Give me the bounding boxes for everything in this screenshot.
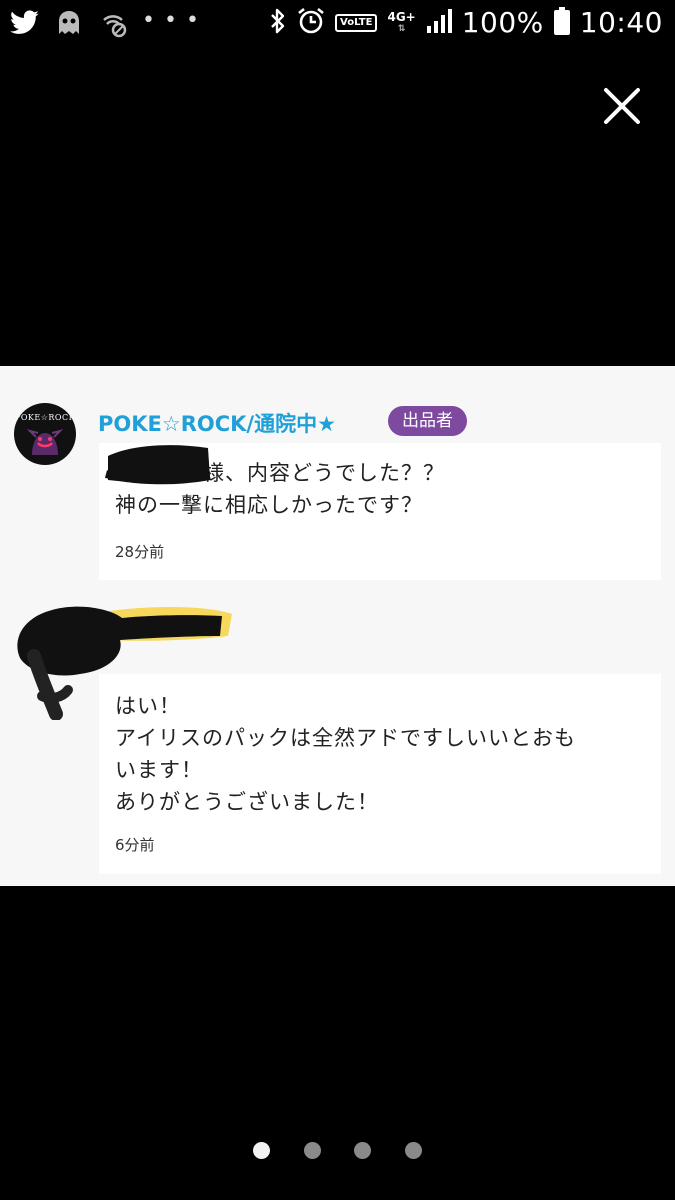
page-dot-4[interactable] (405, 1142, 422, 1159)
more-dots-icon: • • • (142, 7, 200, 33)
page-dot-3[interactable] (354, 1142, 371, 1159)
ghost-app-icon (54, 8, 84, 42)
volte-icon: VoLTE (335, 13, 378, 32)
alarm-icon (297, 7, 325, 39)
close-button[interactable] (596, 80, 648, 132)
clock: 10:40 (579, 6, 663, 39)
seller-badge: 出品者 (388, 406, 467, 436)
twitter-icon (10, 10, 40, 40)
network-4g-icon: 4G+ ⇅ (387, 9, 416, 34)
status-bar: • • • VoLTE 4G+ ⇅ 100% 10:40 (0, 0, 675, 52)
comment-text: はい！ アイリスのパックは全然アドですしいいとおも います！ ありがとうございま… (115, 694, 576, 814)
redaction-scribble (104, 445, 211, 485)
avatar-character-icon (26, 429, 64, 455)
status-right: VoLTE 4G+ ⇅ 100% 10:40 (269, 6, 663, 39)
page-dot-1[interactable] (253, 1142, 270, 1159)
status-left: • • • (10, 8, 200, 42)
battery-icon (553, 6, 570, 39)
close-icon (604, 88, 640, 124)
bluetooth-icon (269, 7, 287, 39)
no-signal-app-icon (98, 8, 128, 42)
seller-avatar[interactable]: POKE☆ROCK (14, 403, 76, 465)
comment-bubble: はい！ アイリスのパックは全然アドですしいいとおも います！ ありがとうございま… (99, 674, 661, 874)
page-indicator (0, 1140, 675, 1160)
page-dot-2[interactable] (304, 1142, 321, 1159)
signal-icon (426, 8, 452, 38)
battery-percent: 100% (461, 6, 544, 39)
network-label: 4G+ (387, 9, 416, 24)
comment-time: 28分前 (115, 543, 165, 561)
seller-name[interactable]: POKE☆ROCK/通院中★ (98, 408, 336, 438)
comment-time: 6分前 (115, 836, 155, 854)
comment-panel: POKE☆ROCK POKE☆ROCK/通院中★ 出品者 さ 様、内容どうでした… (0, 366, 675, 886)
